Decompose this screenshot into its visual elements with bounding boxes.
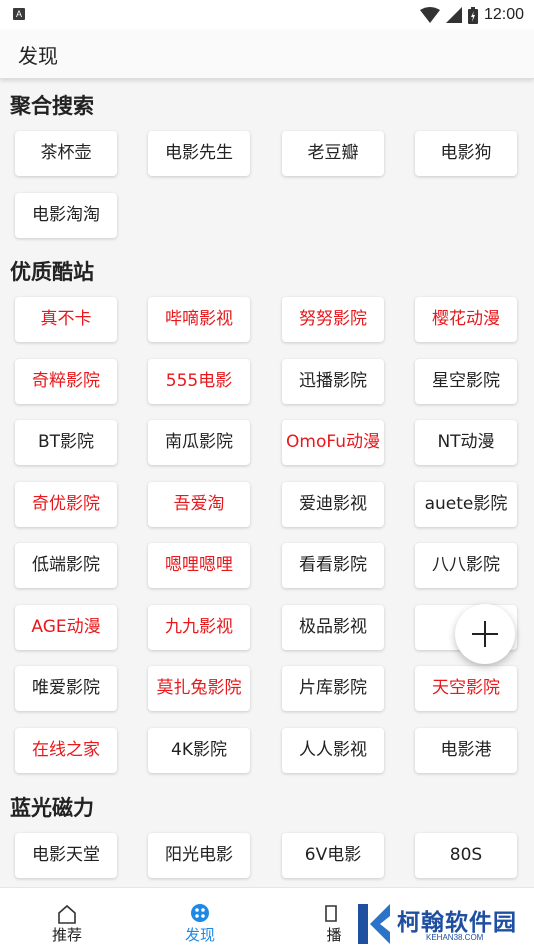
site-chip[interactable]: 在线之家 <box>15 727 117 773</box>
section-title-bluray-magnet: 蓝光磁力 <box>10 796 94 820</box>
app-bar: 发现 <box>0 30 534 79</box>
clock: 12:00 <box>483 6 524 23</box>
watermark-brand: 柯翰软件园 <box>397 910 517 936</box>
nav-tab-discover[interactable]: 发现 <box>133 888 267 951</box>
signal-icon <box>445 7 462 23</box>
discover-icon <box>191 904 209 922</box>
nav-label-recommend: 推荐 <box>51 926 82 944</box>
nav-label-discover: 发现 <box>184 926 215 944</box>
site-chip[interactable]: 樱花动漫 <box>415 297 517 342</box>
site-chip[interactable]: 唯爱影院 <box>15 666 117 711</box>
nav-tab-recommend[interactable]: 推荐 <box>0 888 134 951</box>
add-fab-button[interactable] <box>455 604 515 664</box>
site-chip[interactable]: OmoFu动漫 <box>282 420 384 465</box>
site-chip[interactable]: 电影狗 <box>415 131 517 176</box>
site-chip[interactable]: auete影院 <box>415 481 517 527</box>
discover-content[interactable]: 聚合搜索 优质酷站 蓝光磁力 茶杯壶 电影先生 老豆瓣 电影狗电影淘淘 真不卡 哔嘀影视… <box>0 80 534 886</box>
site-chip[interactable]: 星空影院 <box>415 358 517 404</box>
site-chip[interactable]: 茶杯壶 <box>15 131 117 176</box>
site-chip[interactable]: 真不卡 <box>15 297 117 342</box>
site-chip[interactable]: 九九影视 <box>148 604 250 650</box>
site-chip[interactable]: 电影先生 <box>148 131 250 176</box>
site-chip[interactable]: 爱迪影视 <box>282 481 384 527</box>
site-chip[interactable]: 6V电影 <box>282 833 384 878</box>
status-bar: A 12:00 <box>0 0 534 30</box>
wifi-icon <box>419 7 440 23</box>
site-chip[interactable]: 哔嘀影视 <box>148 297 250 342</box>
watermark-logo: 柯翰软件园 KEHAN38.COM <box>352 900 534 950</box>
site-chip[interactable]: 迅播影院 <box>282 358 384 404</box>
site-chip[interactable]: 电影淘淘 <box>15 192 117 238</box>
site-chip[interactable]: 南瓜影院 <box>148 420 250 465</box>
home-icon <box>58 904 76 924</box>
site-chip[interactable]: 人人影视 <box>282 727 384 773</box>
site-chip[interactable]: 4K影院 <box>148 727 250 773</box>
site-chip[interactable]: BT影院 <box>15 420 117 465</box>
site-chip[interactable]: 老豆瓣 <box>282 131 384 176</box>
site-chip[interactable]: 低端影院 <box>15 543 117 588</box>
site-chip[interactable]: 嗯哩嗯哩 <box>148 543 250 588</box>
section-title-aggregate-search: 聚合搜索 <box>10 94 94 118</box>
page-title: 发现 <box>18 44 58 68</box>
section-title-quality-sites: 优质酷站 <box>10 260 94 284</box>
site-chip[interactable]: 看看影院 <box>282 543 384 588</box>
status-right: 12:00 <box>419 5 524 25</box>
site-chip[interactable]: AGE动漫 <box>15 604 117 650</box>
site-chip[interactable]: 奇优影院 <box>15 481 117 527</box>
notification-icon: A <box>13 8 25 20</box>
site-chip[interactable]: 极品影视 <box>282 604 384 650</box>
battery-icon <box>467 6 478 24</box>
site-chip[interactable]: 奇粹影院 <box>15 358 117 404</box>
site-chip[interactable]: 努努影院 <box>282 297 384 342</box>
watermark-url: KEHAN38.COM <box>426 933 484 942</box>
watermark-k-icon <box>358 904 390 944</box>
site-chip[interactable]: 阳光电影 <box>148 833 250 878</box>
site-chip[interactable]: 电影港 <box>415 727 517 773</box>
site-chip[interactable]: 吾爱淘 <box>148 481 250 527</box>
site-chip[interactable]: 莫扎兔影院 <box>148 666 250 711</box>
site-chip[interactable]: 八八影院 <box>415 543 517 588</box>
play-icon <box>325 905 337 922</box>
site-chip[interactable]: 天空影院 <box>415 666 517 711</box>
site-chip[interactable]: 80S <box>415 833 517 878</box>
site-chip[interactable]: 555电影 <box>148 358 250 404</box>
site-chip[interactable]: NT动漫 <box>415 420 517 465</box>
site-chip[interactable]: 电影天堂 <box>15 833 117 878</box>
plus-icon-vertical <box>484 621 486 647</box>
site-chip[interactable]: 片库影院 <box>282 666 384 711</box>
